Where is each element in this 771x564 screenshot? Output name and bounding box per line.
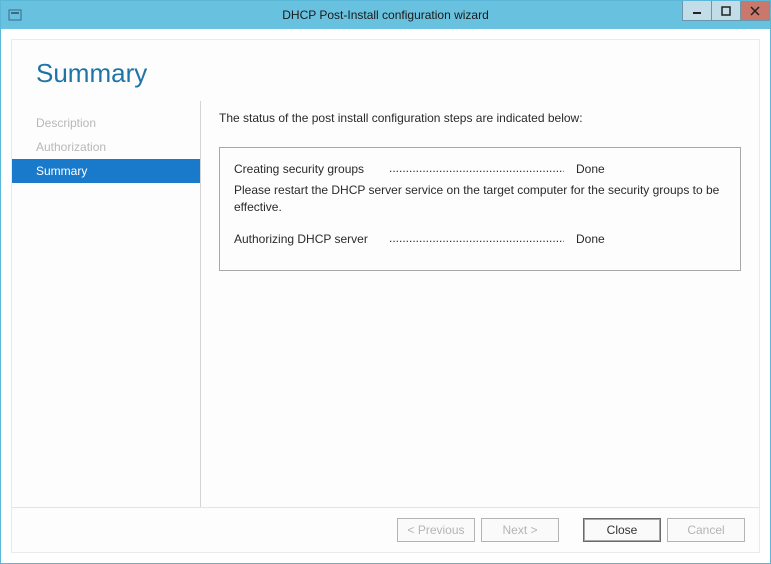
intro-text: The status of the post install configura… — [219, 111, 741, 125]
status-dots — [389, 162, 564, 176]
window-controls — [683, 1, 770, 21]
status-label: Creating security groups — [234, 162, 389, 176]
status-result: Done — [564, 162, 605, 176]
status-dots — [389, 232, 564, 246]
close-button[interactable] — [740, 1, 770, 21]
sidebar-item-summary[interactable]: Summary — [12, 159, 200, 183]
minimize-button[interactable] — [682, 1, 712, 21]
previous-button: < Previous — [397, 518, 475, 542]
cancel-button: Cancel — [667, 518, 745, 542]
page-heading: Summary — [36, 58, 735, 89]
maximize-button[interactable] — [711, 1, 741, 21]
window-title: DHCP Post-Install configuration wizard — [282, 8, 489, 22]
header-region: Summary — [12, 40, 759, 101]
sidebar-item-description[interactable]: Description — [12, 111, 200, 135]
app-icon — [7, 7, 23, 23]
sidebar: Description Authorization Summary — [12, 101, 200, 507]
status-row-authorizing: Authorizing DHCP server Done — [234, 232, 726, 246]
status-note: Please restart the DHCP server service o… — [234, 182, 726, 216]
main-panel: The status of the post install configura… — [201, 101, 759, 507]
wizard-window: DHCP Post-Install configuration wizard S… — [0, 0, 771, 564]
close-wizard-button[interactable]: Close — [583, 518, 661, 542]
status-box: Creating security groups Done Please res… — [219, 147, 741, 271]
next-button: Next > — [481, 518, 559, 542]
content-area: Summary Description Authorization Summar… — [1, 29, 770, 563]
titlebar: DHCP Post-Install configuration wizard — [1, 1, 770, 29]
footer-region: < Previous Next > Close Cancel — [12, 507, 759, 552]
status-result: Done — [564, 232, 605, 246]
status-label: Authorizing DHCP server — [234, 232, 389, 246]
status-row-security-groups: Creating security groups Done — [234, 162, 726, 176]
inner-panel: Summary Description Authorization Summar… — [11, 39, 760, 553]
body-region: Description Authorization Summary The st… — [12, 101, 759, 507]
sidebar-item-authorization[interactable]: Authorization — [12, 135, 200, 159]
